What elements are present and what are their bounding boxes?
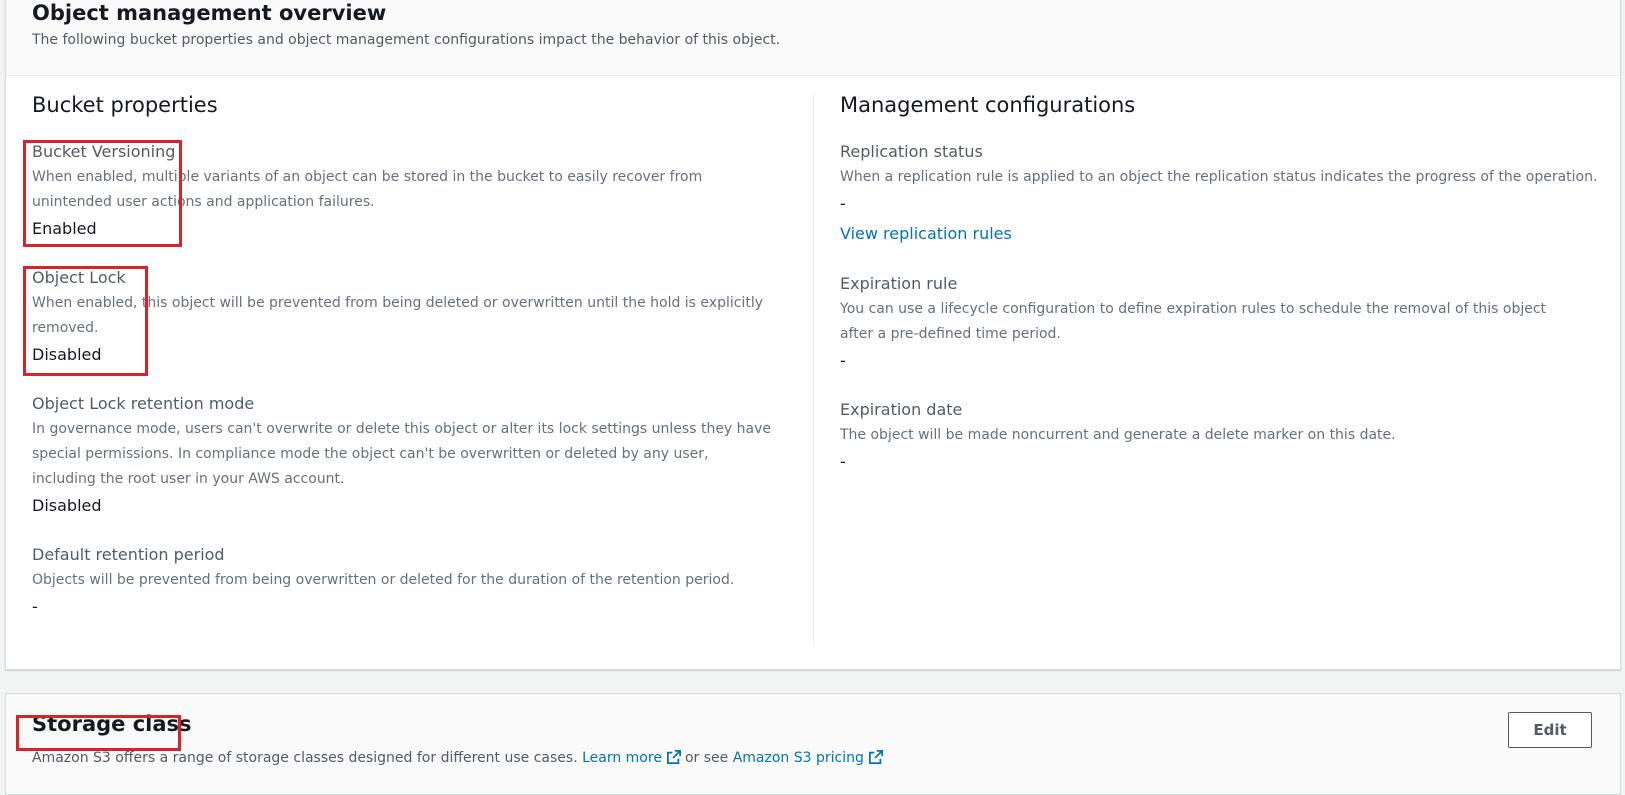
retention-mode-value: Disabled (32, 496, 102, 515)
external-link-icon[interactable] (666, 750, 681, 764)
bucket-properties-title: Bucket properties (32, 93, 218, 117)
retention-period-label: Default retention period (32, 545, 225, 564)
object-lock-retention-mode-property: Object Lock retention mode In governance… (32, 393, 772, 517)
default-retention-period-property: Default retention period Objects will be… (32, 544, 772, 618)
expiration-date-property: Expiration date The object will be made … (840, 399, 1610, 473)
object-lock-description: When enabled, this object will be preven… (32, 295, 763, 336)
page-title: Object management overview (32, 1, 387, 25)
view-replication-rules-link[interactable]: View replication rules (840, 223, 1610, 245)
expiration-rule-value: - (840, 351, 846, 370)
external-link-icon[interactable] (868, 750, 883, 764)
expiration-rule-property: Expiration rule You can use a lifecycle … (840, 273, 1575, 372)
retention-mode-label: Object Lock retention mode (32, 394, 255, 413)
replication-status-description: When a replication rule is applied to an… (840, 169, 1598, 185)
expiration-date-label: Expiration date (840, 400, 963, 419)
object-lock-value: Disabled (32, 345, 102, 364)
storage-class-description-text: Amazon S3 offers a range of storage clas… (32, 750, 578, 766)
object-management-overview-panel: Object management overview The following… (5, 0, 1621, 670)
management-configurations-title: Management configurations (840, 93, 1136, 117)
object-lock-label: Object Lock (32, 268, 126, 287)
retention-period-description: Objects will be prevented from being ove… (32, 572, 735, 588)
learn-more-link[interactable]: Learn more (582, 750, 662, 766)
management-configurations-section: Management configurations Replication st… (840, 91, 1610, 471)
object-lock-property: Object Lock When enabled, this object wi… (32, 267, 767, 366)
retention-mode-description: In governance mode, users can't overwrit… (32, 421, 772, 487)
bucket-versioning-value: Enabled (32, 219, 97, 238)
replication-status-label: Replication status (840, 142, 983, 161)
bucket-versioning-property: Bucket Versioning When enabled, multiple… (32, 141, 767, 240)
bucket-versioning-description: When enabled, multiple variants of an ob… (32, 169, 703, 210)
panel-header: Object management overview The following… (6, 0, 1620, 76)
expiration-rule-label: Expiration rule (840, 274, 958, 293)
storage-class-panel: Storage class Amazon S3 offers a range o… (5, 693, 1621, 795)
storage-class-title: Storage class (32, 712, 192, 736)
expiration-date-description: The object will be made noncurrent and g… (840, 427, 1396, 443)
column-divider (813, 94, 814, 644)
page-description: The following bucket properties and obje… (32, 32, 781, 48)
replication-status-property: Replication status When a replication ru… (840, 141, 1610, 245)
storage-class-description: Amazon S3 offers a range of storage clas… (32, 750, 887, 766)
retention-period-value: - (32, 597, 38, 616)
expiration-rule-description: You can use a lifecycle configuration to… (840, 301, 1547, 342)
replication-status-value: - (840, 194, 846, 213)
edit-storage-class-button[interactable]: Edit (1508, 712, 1592, 748)
or-see-text: or see (684, 750, 729, 766)
amazon-s3-pricing-link[interactable]: Amazon S3 pricing (733, 750, 864, 766)
bucket-properties-section: Bucket properties Bucket Versioning When… (32, 91, 792, 616)
expiration-date-value: - (840, 452, 846, 471)
bucket-versioning-label: Bucket Versioning (32, 142, 176, 161)
